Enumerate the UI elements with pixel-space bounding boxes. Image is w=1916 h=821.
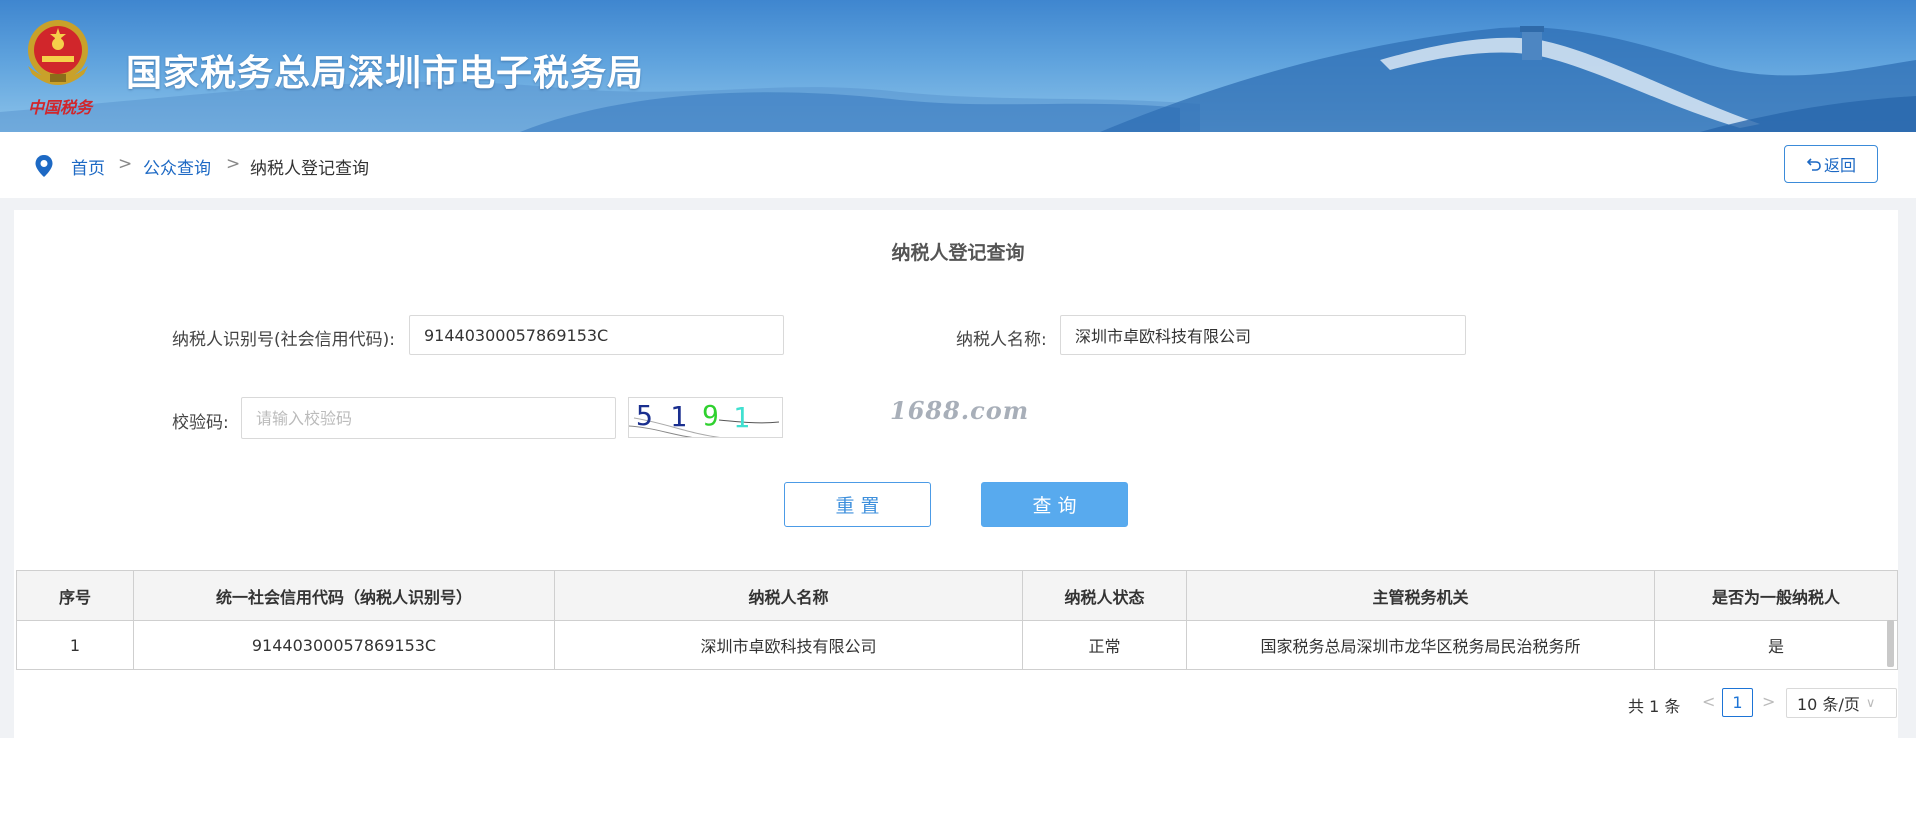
chevron-left-icon[interactable]: < xyxy=(1702,692,1715,711)
section-gap xyxy=(0,198,1916,210)
taxpayer-id-input[interactable] xyxy=(409,315,784,355)
column-header-tax-authority: 主管税务机关 xyxy=(1186,570,1655,621)
cell-index: 1 xyxy=(16,620,134,670)
page-size-select[interactable]: 10 条/页 ∨ xyxy=(1786,688,1897,718)
chevron-right-icon[interactable]: > xyxy=(1762,692,1775,711)
column-header-credit-code: 统一社会信用代码（纳税人识别号） xyxy=(133,570,555,621)
page-title: 纳税人登记查询 xyxy=(891,242,1025,264)
page-size-value: 10 条/页 xyxy=(1797,695,1860,714)
column-header-status: 纳税人状态 xyxy=(1022,570,1187,621)
breadcrumb-current: 纳税人登记查询 xyxy=(250,159,369,179)
pagination-total: 共 1 条 xyxy=(1628,697,1681,716)
column-header-taxpayer-name: 纳税人名称 xyxy=(554,570,1023,621)
column-header-index: 序号 xyxy=(16,570,134,621)
taxpayer-name-label: 纳税人名称: xyxy=(956,330,1047,350)
page-gutter xyxy=(1898,198,1916,738)
column-header-general-taxpayer: 是否为一般纳税人 xyxy=(1654,570,1898,621)
table-row: 1 91440300057869153C 深圳市卓欧科技有限公司 正常 国家税务… xyxy=(16,620,1898,670)
cell-taxpayer-name: 深圳市卓欧科技有限公司 xyxy=(554,620,1023,670)
table-header-row: 序号 统一社会信用代码（纳税人识别号） 纳税人名称 纳税人状态 主管税务机关 是… xyxy=(16,570,1898,621)
captcha-digit: 1 xyxy=(733,401,750,434)
results-table: 序号 统一社会信用代码（纳税人识别号） 纳税人名称 纳税人状态 主管税务机关 是… xyxy=(16,570,1898,670)
captcha-input[interactable] xyxy=(241,397,616,439)
pagination-page-button[interactable]: 1 xyxy=(1722,688,1753,717)
emblem-caption: 中国税务 xyxy=(28,98,93,117)
taxpayer-name-input[interactable] xyxy=(1060,315,1466,355)
captcha-label: 校验码: xyxy=(172,413,229,433)
captcha-image[interactable]: 5 1 9 1 xyxy=(628,397,783,438)
cell-status: 正常 xyxy=(1022,620,1187,670)
breadcrumb-separator: > xyxy=(118,154,133,174)
reset-button[interactable]: 重置 xyxy=(784,482,931,527)
cell-tax-authority: 国家税务总局深圳市龙华区税务局民治税务所 xyxy=(1186,620,1655,670)
breadcrumb-separator: > xyxy=(226,154,241,174)
captcha-digit: 5 xyxy=(636,399,653,432)
query-button[interactable]: 查询 xyxy=(981,482,1128,527)
captcha-drawing: 5 1 9 1 xyxy=(629,399,780,437)
header-banner: 中国税务 国家税务总局深圳市电子税务局 xyxy=(0,0,1916,132)
cell-general-taxpayer: 是 xyxy=(1654,620,1898,670)
site-title: 国家税务总局深圳市电子税务局 xyxy=(126,53,645,94)
back-button[interactable]: 返回 xyxy=(1784,145,1878,183)
return-arrow-icon xyxy=(1806,158,1821,171)
captcha-digit: 1 xyxy=(670,400,687,433)
cell-credit-code: 91440300057869153C xyxy=(133,620,555,670)
captcha-digit: 9 xyxy=(702,399,719,432)
breadcrumb-public-query-link[interactable]: 公众查询 xyxy=(143,154,211,179)
page-gutter xyxy=(0,198,14,738)
table-scrollbar[interactable] xyxy=(1887,620,1894,667)
taxpayer-id-label: 纳税人识别号(社会信用代码): xyxy=(172,330,395,350)
back-button-label: 返回 xyxy=(1823,156,1856,175)
watermark-text: 1688.com xyxy=(890,396,1030,425)
breadcrumb: 首页 > 公众查询 > 纳税人登记查询 返回 xyxy=(0,132,1916,198)
breadcrumb-home-link[interactable]: 首页 xyxy=(71,154,105,179)
chevron-down-icon: ∨ xyxy=(1865,695,1876,711)
location-pin-icon xyxy=(35,155,53,177)
